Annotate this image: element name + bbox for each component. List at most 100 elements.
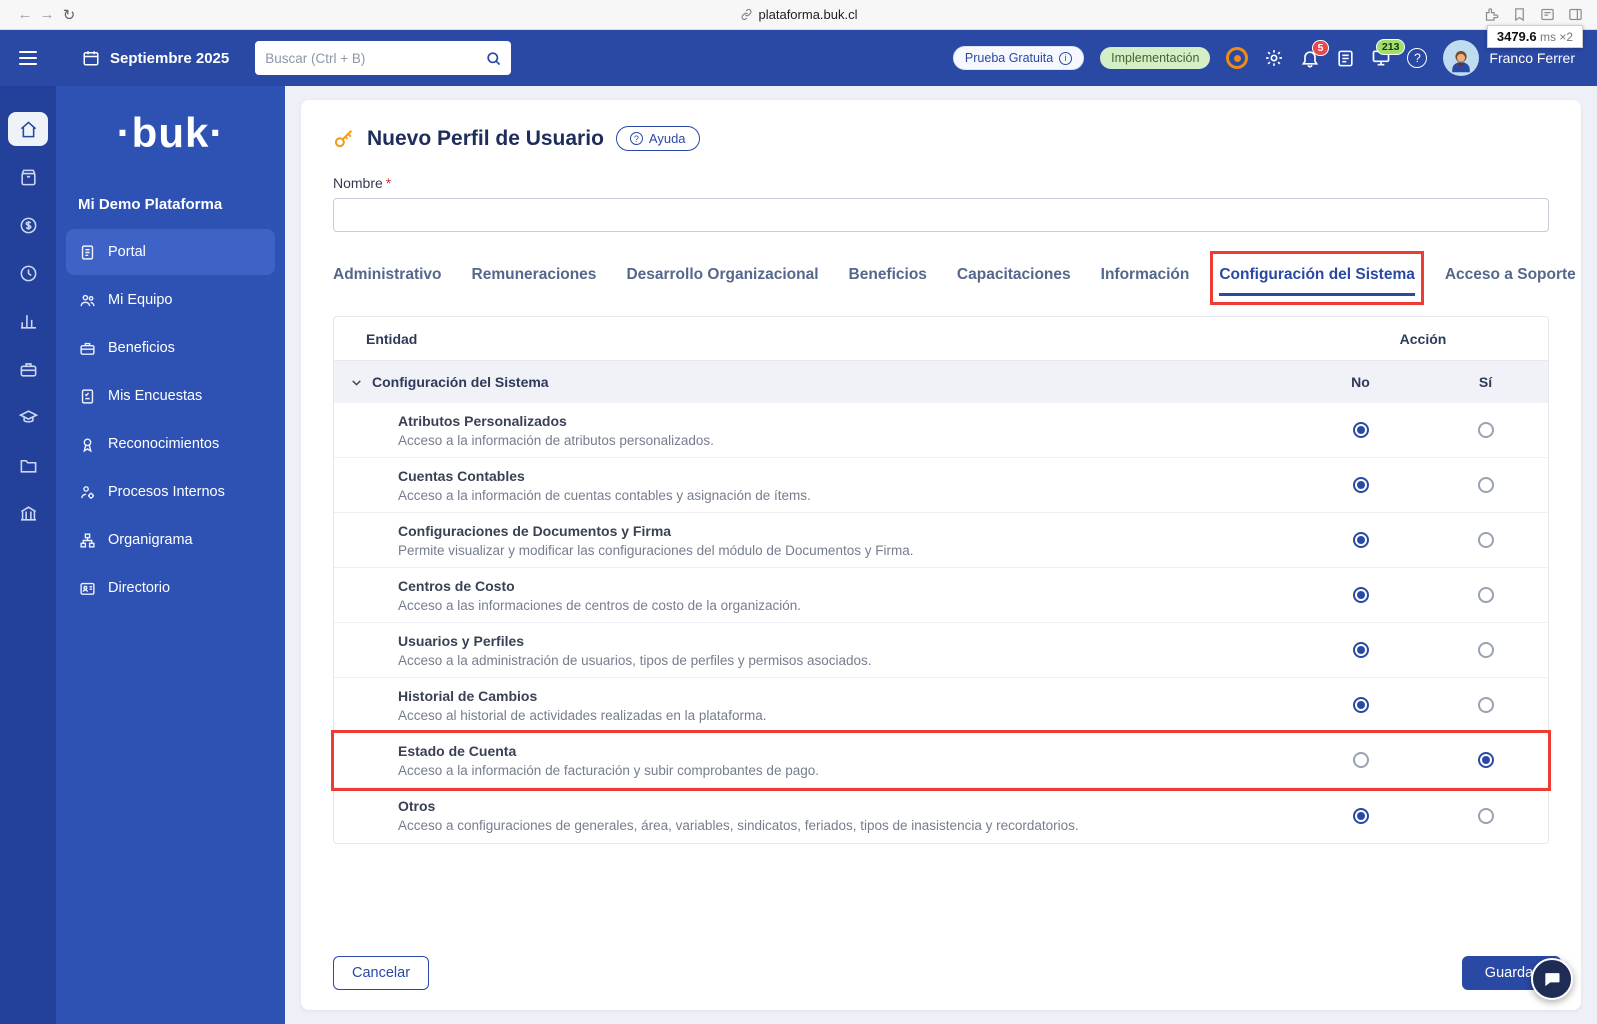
- company-name: Mi Demo Plataforma: [56, 196, 285, 213]
- browser-chrome: ← → ↻ plataforma.buk.cl: [0, 0, 1597, 30]
- avatar[interactable]: [1443, 40, 1479, 76]
- medal-icon: [79, 436, 96, 453]
- hamburger-menu-icon[interactable]: [0, 30, 56, 86]
- help-icon[interactable]: ?: [1407, 48, 1427, 68]
- radio-no[interactable]: [1353, 642, 1369, 658]
- action-header: Acción: [1298, 331, 1548, 347]
- tab-remuneraciones[interactable]: Remuneraciones: [472, 260, 597, 296]
- info-icon: i: [1059, 52, 1072, 65]
- sidebar: ·buk· Mi Demo Plataforma Portal Mi Equip…: [56, 86, 285, 1024]
- radio-si[interactable]: [1478, 752, 1494, 768]
- table-header: Entidad Acción: [334, 317, 1548, 361]
- permissions-table: Entidad Acción Configuración del Sistema…: [333, 316, 1549, 844]
- cancel-button[interactable]: Cancelar: [333, 956, 429, 990]
- radio-no[interactable]: [1353, 752, 1369, 768]
- chat-widget-button[interactable]: [1531, 958, 1573, 1000]
- tab-informacion[interactable]: Información: [1101, 260, 1190, 296]
- tab-administrativo[interactable]: Administrativo: [333, 260, 442, 296]
- radio-si[interactable]: [1478, 477, 1494, 493]
- radio-no[interactable]: [1353, 477, 1369, 493]
- radio-no[interactable]: [1353, 532, 1369, 548]
- search-icon[interactable]: [476, 50, 511, 67]
- tasks-board-icon[interactable]: 213: [1371, 48, 1391, 68]
- radio-si[interactable]: [1478, 642, 1494, 658]
- sidebar-item-reconocimientos[interactable]: Reconocimientos: [66, 421, 275, 467]
- org-chart-icon: [79, 532, 96, 549]
- bookmark-flag-icon[interactable]: [1512, 7, 1527, 22]
- settings-gear-icon[interactable]: [1264, 48, 1284, 68]
- id-card-icon: [79, 580, 96, 597]
- sidebar-item-mis-encuestas[interactable]: Mis Encuestas: [66, 373, 275, 419]
- radio-si[interactable]: [1478, 697, 1494, 713]
- entity-header: Entidad: [366, 331, 417, 347]
- person-process-icon: [79, 484, 96, 501]
- sidebar-item-label: Beneficios: [108, 340, 175, 356]
- radio-no[interactable]: [1353, 422, 1369, 438]
- row-title: Estado de Cuenta: [398, 743, 1298, 759]
- reader-mode-icon[interactable]: [1540, 7, 1555, 22]
- radio-si[interactable]: [1478, 808, 1494, 824]
- strip-benefits-icon[interactable]: [8, 352, 48, 386]
- radio-no[interactable]: [1353, 587, 1369, 603]
- sidebar-item-portal[interactable]: Portal: [66, 229, 275, 275]
- tab-capacitaciones[interactable]: Capacitaciones: [957, 260, 1071, 296]
- tab-desarrollo-organizacional[interactable]: Desarrollo Organizacional: [626, 260, 818, 296]
- strip-home-icon[interactable]: [8, 112, 48, 146]
- calendar-icon: [82, 49, 100, 67]
- tab-beneficios[interactable]: Beneficios: [849, 260, 927, 296]
- table-row-otros: OtrosAcceso a configuraciones de general…: [334, 788, 1548, 843]
- sidebar-item-organigrama[interactable]: Organigrama: [66, 517, 275, 563]
- user-name[interactable]: Franco Ferrer: [1489, 50, 1575, 66]
- permission-tabs: Administrativo Remuneraciones Desarrollo…: [301, 260, 1581, 296]
- sidebar-item-beneficios[interactable]: Beneficios: [66, 325, 275, 371]
- address-bar[interactable]: plataforma.buk.cl: [0, 0, 1597, 29]
- browser-reload-icon[interactable]: ↻: [58, 6, 80, 24]
- radio-no[interactable]: [1353, 697, 1369, 713]
- required-asterisk: *: [386, 175, 391, 191]
- browser-forward-icon[interactable]: →: [36, 6, 58, 23]
- side-panel-icon[interactable]: [1568, 7, 1583, 22]
- sidebar-item-label: Mis Encuestas: [108, 388, 202, 404]
- group-row-configuracion[interactable]: Configuración del Sistema No Sí: [334, 361, 1548, 403]
- trial-badge[interactable]: Prueba Gratuita i: [953, 46, 1084, 70]
- help-button[interactable]: ? Ayuda: [616, 126, 700, 151]
- no-column-header: No: [1298, 374, 1423, 390]
- strip-organization-icon[interactable]: [8, 496, 48, 530]
- radio-no[interactable]: [1353, 808, 1369, 824]
- global-search: [255, 41, 511, 75]
- strip-payments-icon[interactable]: [8, 208, 48, 242]
- search-input[interactable]: [255, 51, 476, 66]
- implementation-badge[interactable]: Implementación: [1100, 47, 1210, 69]
- help-button-label: Ayuda: [649, 131, 686, 146]
- table-row-historial-de-cambios: Historial de CambiosAcceso al historial …: [334, 678, 1548, 733]
- people-icon: [79, 292, 96, 309]
- row-description: Acceso a la información de cuentas conta…: [398, 488, 1298, 503]
- avatar-image: [1446, 46, 1476, 76]
- sidebar-item-directorio[interactable]: Directorio: [66, 565, 275, 611]
- copilot-icon[interactable]: [1226, 47, 1248, 69]
- strip-training-icon[interactable]: [8, 400, 48, 434]
- tab-configuracion-del-sistema[interactable]: Configuración del Sistema: [1219, 260, 1415, 296]
- row-description: Acceso a las informaciones de centros de…: [398, 598, 1298, 613]
- sidebar-item-procesos-internos[interactable]: Procesos Internos: [66, 469, 275, 515]
- browser-back-icon[interactable]: ←: [14, 6, 36, 23]
- name-field-label: Nombre*: [333, 175, 1549, 191]
- trial-badge-label: Prueba Gratuita: [965, 51, 1053, 65]
- strip-tasks-icon[interactable]: [8, 160, 48, 194]
- extension-icon[interactable]: [1484, 7, 1499, 22]
- radio-si[interactable]: [1478, 532, 1494, 548]
- period-selector[interactable]: Septiembre 2025: [82, 49, 229, 67]
- row-title: Centros de Costo: [398, 578, 1298, 594]
- tab-acceso-a-soporte[interactable]: Acceso a Soporte: [1445, 260, 1576, 296]
- sidebar-item-label: Procesos Internos: [108, 484, 225, 500]
- strip-talent-icon[interactable]: [8, 304, 48, 338]
- radio-si[interactable]: [1478, 422, 1494, 438]
- radio-si[interactable]: [1478, 587, 1494, 603]
- news-document-icon[interactable]: [1336, 49, 1355, 68]
- strip-files-icon[interactable]: [8, 448, 48, 482]
- notifications-bell-icon[interactable]: 5: [1300, 48, 1320, 68]
- name-input[interactable]: [333, 198, 1549, 232]
- sidebar-item-label: Directorio: [108, 580, 170, 596]
- sidebar-item-mi-equipo[interactable]: Mi Equipo: [66, 277, 275, 323]
- strip-time-icon[interactable]: [8, 256, 48, 290]
